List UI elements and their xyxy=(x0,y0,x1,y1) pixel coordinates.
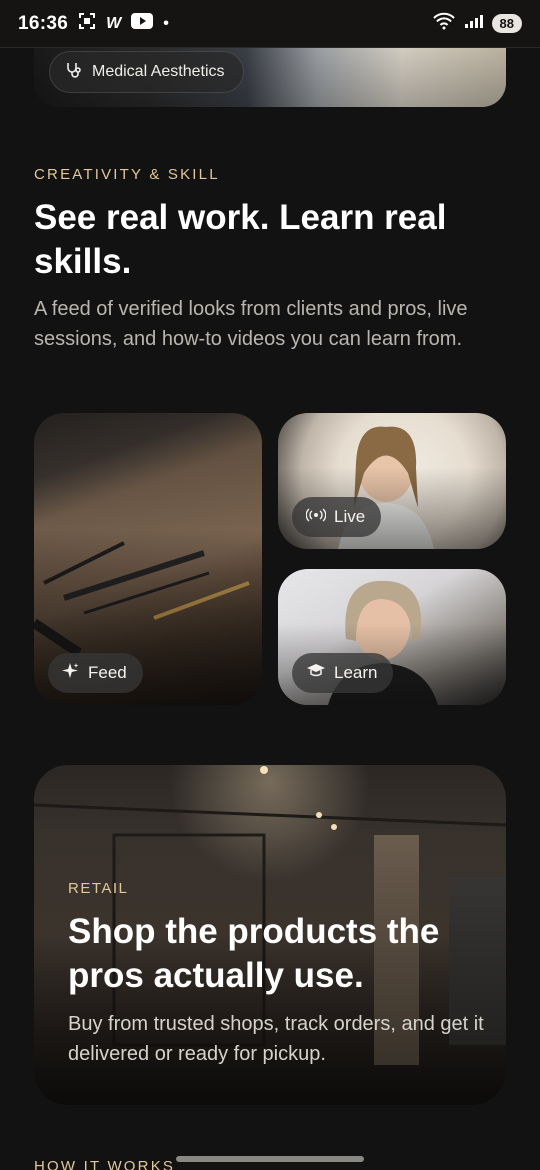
home-indicator[interactable] xyxy=(176,1156,364,1162)
retail-description: Buy from trusted shops, track orders, an… xyxy=(68,1013,484,1065)
how-it-works-eyebrow: HOW IT WORKS xyxy=(34,1158,176,1170)
broadcast-icon xyxy=(305,507,327,528)
learn-chip[interactable]: Learn xyxy=(292,653,394,693)
live-chip[interactable]: Live xyxy=(292,497,382,537)
wifi-icon xyxy=(432,12,456,35)
feed-label: Feed xyxy=(88,663,127,682)
dot-icon: • xyxy=(163,14,169,32)
feed-chip[interactable]: Feed xyxy=(48,653,143,693)
creativity-heading: See real work. Learn real skills. xyxy=(34,198,447,281)
creativity-eyebrow: CREATIVITY & SKILL xyxy=(34,166,220,183)
medical-aesthetics-label: Medical Aesthetics xyxy=(92,63,225,80)
signal-icon xyxy=(464,13,484,34)
youtube-icon xyxy=(131,13,154,34)
status-bar: 16:36 W • 88 xyxy=(0,0,540,48)
learn-label: Learn xyxy=(334,663,378,682)
creativity-description: A feed of verified looks from clients an… xyxy=(34,298,468,350)
status-time: 16:36 xyxy=(18,12,69,34)
screenshot-icon xyxy=(78,12,96,35)
retail-heading: Shop the products the pros actually use. xyxy=(68,912,440,995)
stethoscope-icon xyxy=(64,61,82,84)
retail-eyebrow: RETAIL xyxy=(68,880,129,897)
battery-indicator: 88 xyxy=(491,14,522,33)
w-icon: W xyxy=(106,14,122,32)
medical-aesthetics-chip[interactable]: Medical Aesthetics xyxy=(49,51,244,93)
live-label: Live xyxy=(334,507,366,526)
graduation-cap-icon xyxy=(306,663,326,684)
sparkle-icon xyxy=(62,662,80,685)
